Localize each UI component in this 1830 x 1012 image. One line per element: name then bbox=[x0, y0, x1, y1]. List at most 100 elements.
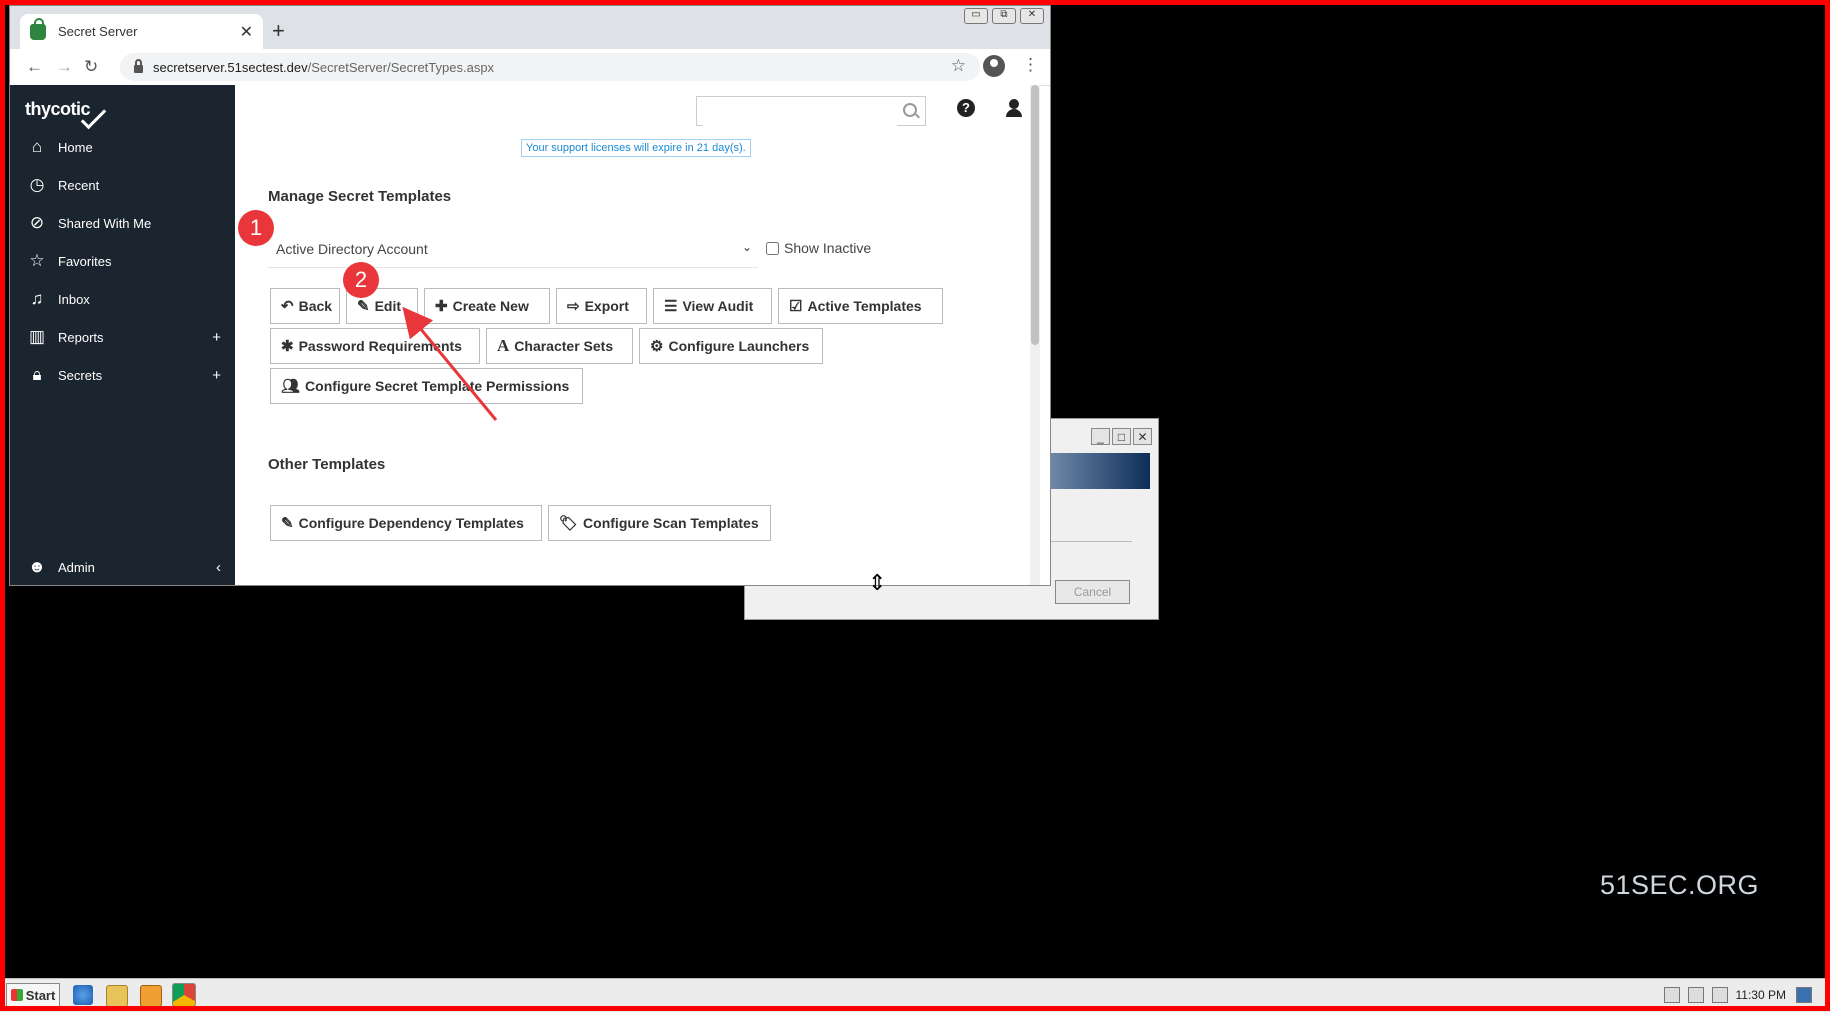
other-templates-heading: Other Templates bbox=[268, 456, 386, 473]
help-icon[interactable]: ? bbox=[957, 99, 975, 117]
browser-tab[interactable]: Secret Server ✕ bbox=[20, 14, 263, 49]
dialog-close-icon[interactable]: ✕ bbox=[1133, 428, 1152, 445]
sidebar-item-favorites[interactable]: ☆ Favorites bbox=[10, 243, 235, 279]
bookmark-star-icon[interactable]: ☆ bbox=[951, 56, 966, 76]
show-inactive-input[interactable] bbox=[766, 241, 779, 255]
page-title: Manage Secret Templates bbox=[268, 188, 452, 205]
url-text: secretserver.51sectest.dev/SecretServer/… bbox=[153, 59, 495, 75]
profile-avatar-icon[interactable] bbox=[983, 55, 1005, 77]
clock-icon: ◷ bbox=[29, 175, 45, 194]
sidebar-item-admin[interactable]: ☻ Admin ‹ bbox=[10, 549, 235, 585]
forward-arrow-icon[interactable]: → bbox=[56, 57, 73, 77]
show-desktop-icon[interactable] bbox=[1796, 987, 1812, 1003]
view-audit-button[interactable]: ☰ View Audit bbox=[653, 288, 772, 324]
step-2-badge: 2 bbox=[343, 262, 379, 298]
favicon-lock-icon bbox=[30, 17, 46, 40]
configure-dependency-templates-button[interactable]: ✎ Configure Dependency Templates bbox=[270, 505, 542, 541]
tray-flag-icon[interactable] bbox=[1663, 987, 1680, 1003]
asterisk-icon: ✱ bbox=[281, 338, 294, 355]
bell-icon: ♫ bbox=[30, 289, 44, 308]
configure-launchers-button[interactable]: ⚙ Configure Launchers bbox=[639, 328, 823, 364]
dialog-window-controls: _ □ ✕ bbox=[1091, 428, 1152, 445]
chrome-icon[interactable] bbox=[172, 983, 196, 1007]
url-field[interactable]: secretserver.51sectest.dev/SecretServer/… bbox=[120, 53, 980, 81]
edit-icon: ✎ bbox=[357, 298, 370, 315]
list-icon: ☰ bbox=[664, 298, 678, 315]
create-new-button[interactable]: ✚ Create New bbox=[424, 288, 550, 324]
chart-icon: ▥ bbox=[28, 327, 46, 346]
back-arrow-icon[interactable]: ← bbox=[26, 57, 43, 77]
export-icon: ⇨ bbox=[567, 298, 580, 315]
reload-icon[interactable]: ↻ bbox=[84, 57, 98, 77]
tab-close-icon[interactable]: ✕ bbox=[240, 22, 253, 42]
page-scrollbar[interactable] bbox=[1030, 85, 1040, 585]
taskbar: Start 11:30 PM bbox=[0, 978, 1830, 1012]
checkbox-icon: ☑ bbox=[789, 298, 803, 315]
configure-scan-templates-button[interactable]: 🏷︎ Configure Scan Templates bbox=[548, 505, 771, 541]
sidebar-item-shared[interactable]: ⊘ Shared With Me bbox=[10, 205, 235, 241]
dialog-divider bbox=[1050, 541, 1132, 542]
dialog-minimize-icon[interactable]: _ bbox=[1091, 428, 1110, 445]
configure-permissions-button[interactable]: 👥︎ Configure Secret Template Permissions bbox=[270, 368, 583, 404]
expand-plus-icon[interactable]: + bbox=[212, 329, 221, 346]
home-icon: ⌂ bbox=[31, 137, 43, 156]
page-content: thycotic ⌂ Home ◷ Recent ⊘ Shared With M… bbox=[10, 85, 1050, 585]
address-bar: ← → ↻ secretserver.51sectest.dev/SecretS… bbox=[10, 49, 1050, 86]
license-notice[interactable]: Your support licenses will expire in 21 … bbox=[521, 139, 751, 157]
export-button[interactable]: ⇨ Export bbox=[556, 288, 647, 324]
sidebar-item-inbox[interactable]: ♫ Inbox bbox=[10, 281, 235, 317]
template-dropdown[interactable]: Active Directory Account bbox=[268, 233, 758, 265]
lock-icon: 🔒︎ bbox=[32, 365, 42, 384]
step-1-badge: 1 bbox=[238, 210, 274, 246]
gears-icon: ⚙ bbox=[650, 338, 664, 355]
media-player-icon[interactable] bbox=[140, 985, 162, 1007]
sidebar: thycotic ⌂ Home ◷ Recent ⊘ Shared With M… bbox=[10, 85, 235, 585]
sidebar-item-secrets[interactable]: 🔒︎ Secrets + bbox=[10, 357, 235, 393]
template-select[interactable]: Active Directory Account ⌄ bbox=[268, 233, 758, 268]
users-icon: 👥︎ bbox=[281, 378, 301, 395]
expand-plus-icon[interactable]: + bbox=[212, 367, 221, 384]
dialog-maximize-icon[interactable]: □ bbox=[1112, 428, 1131, 445]
secure-lock-icon bbox=[134, 59, 143, 73]
admin-avatar-icon: ☻ bbox=[28, 557, 46, 576]
collapse-chevron-icon[interactable]: ‹ bbox=[216, 559, 221, 576]
scrollbar-thumb[interactable] bbox=[1031, 85, 1039, 345]
search-icon[interactable] bbox=[903, 103, 917, 117]
main-panel: ? Your support licenses will expire in 2… bbox=[235, 85, 1040, 585]
user-icon[interactable] bbox=[1005, 99, 1023, 117]
watermark: 51SEC.ORG bbox=[1600, 870, 1760, 900]
window-controls: ▭ ⧉ ✕ bbox=[964, 8, 1044, 24]
new-tab-icon[interactable]: + bbox=[272, 18, 285, 44]
browser-menu-icon[interactable]: ⋮ bbox=[1022, 55, 1039, 75]
active-templates-button[interactable]: ☑ Active Templates bbox=[778, 288, 943, 324]
font-icon: A bbox=[497, 336, 510, 355]
dialog-banner bbox=[1050, 453, 1150, 489]
sidebar-item-recent[interactable]: ◷ Recent bbox=[10, 167, 235, 203]
network-icon[interactable] bbox=[1687, 987, 1704, 1003]
password-requirements-button[interactable]: ✱ Password Requirements bbox=[270, 328, 480, 364]
character-sets-button[interactable]: A Character Sets bbox=[486, 328, 633, 364]
plus-icon: ✚ bbox=[435, 298, 448, 315]
window-minimize-icon[interactable]: ▭ bbox=[964, 8, 988, 24]
search-field[interactable] bbox=[703, 98, 897, 126]
show-inactive-checkbox[interactable]: Show Inactive bbox=[766, 240, 871, 256]
folder-icon[interactable] bbox=[106, 985, 128, 1007]
search-input[interactable] bbox=[696, 96, 926, 126]
window-close-icon[interactable]: ✕ bbox=[1020, 8, 1044, 24]
share-icon: ⊘ bbox=[29, 213, 45, 232]
sidebar-item-reports[interactable]: ▥ Reports + bbox=[10, 319, 235, 355]
browser-window: Secret Server ✕ + ▭ ⧉ ✕ ← → ↻ secretserv… bbox=[9, 5, 1051, 586]
edit-icon: ✎ bbox=[281, 515, 294, 532]
ie-icon[interactable] bbox=[73, 985, 93, 1005]
tab-title: Secret Server bbox=[58, 24, 138, 39]
tag-icon: 🏷︎ bbox=[559, 515, 579, 532]
window-restore-icon[interactable]: ⧉ bbox=[992, 8, 1016, 24]
dialog-cancel-button[interactable]: Cancel bbox=[1055, 580, 1130, 604]
sidebar-item-home[interactable]: ⌂ Home bbox=[10, 129, 235, 165]
volume-icon[interactable] bbox=[1711, 987, 1728, 1003]
resize-cursor-icon: ⇕ bbox=[868, 570, 887, 595]
back-button[interactable]: ↶ Back bbox=[270, 288, 340, 324]
star-icon: ☆ bbox=[29, 251, 45, 270]
clock[interactable]: 11:30 PM bbox=[1736, 988, 1786, 1002]
start-button[interactable]: Start bbox=[6, 983, 60, 1007]
